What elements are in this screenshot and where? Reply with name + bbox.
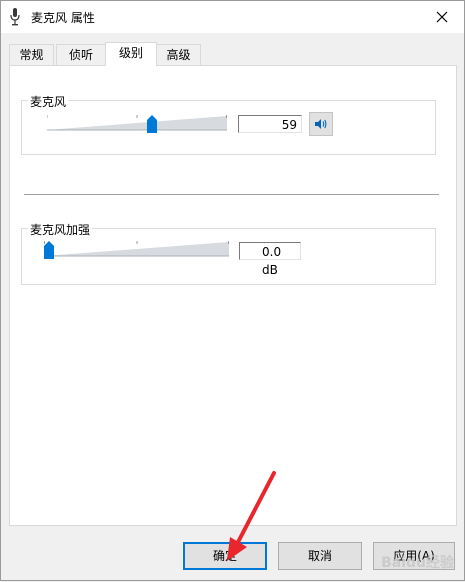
tab-general[interactable]: 常规 — [9, 44, 54, 65]
tab-label: 级别 — [118, 46, 143, 60]
slider-track — [44, 241, 229, 257]
window-title: 麦克风 属性 — [31, 11, 95, 25]
tab-label: 常规 — [19, 48, 44, 62]
close-button[interactable] — [420, 1, 464, 33]
speaker-icon — [315, 119, 327, 129]
title-bar[interactable]: 麦克风 属性 — [1, 1, 464, 33]
cancel-button[interactable]: 取消 — [278, 542, 362, 570]
microphone-group-title: 麦克风 — [28, 93, 69, 110]
watermark-logo: Baidu经验 — [381, 555, 454, 571]
tab-label: 高级 — [166, 48, 191, 62]
separator-line — [24, 194, 439, 195]
microphone-boost-group-title: 麦克风加强 — [28, 221, 93, 238]
close-icon — [436, 11, 448, 23]
microphone-boost-slider[interactable] — [44, 241, 229, 259]
levels-panel: 麦克风 59 麦克风加强 0.0 dB — [9, 65, 457, 526]
microphone-level-value[interactable]: 59 — [238, 115, 302, 133]
slider-track — [47, 115, 227, 131]
microphone-boost-group: 麦克风加强 0.0 dB — [21, 221, 436, 285]
microphone-icon — [10, 8, 20, 26]
tab-advanced[interactable]: 高级 — [156, 44, 201, 65]
slider-thumb[interactable] — [44, 241, 54, 259]
mute-button[interactable] — [309, 112, 333, 136]
properties-window: 麦克风 属性 常规 侦听 级别 高级 麦克风 59 麦克风加强 0.0 dB 确… — [0, 0, 465, 581]
microphone-group: 麦克风 59 — [21, 93, 436, 155]
tab-levels[interactable]: 级别 — [105, 42, 157, 66]
microphone-boost-value[interactable]: 0.0 dB — [239, 242, 301, 277]
ok-button[interactable]: 确定 — [183, 542, 267, 570]
tab-listen[interactable]: 侦听 — [56, 44, 106, 65]
microphone-level-slider[interactable] — [47, 115, 227, 133]
slider-thumb[interactable] — [147, 115, 157, 133]
tab-label: 侦听 — [68, 48, 93, 62]
